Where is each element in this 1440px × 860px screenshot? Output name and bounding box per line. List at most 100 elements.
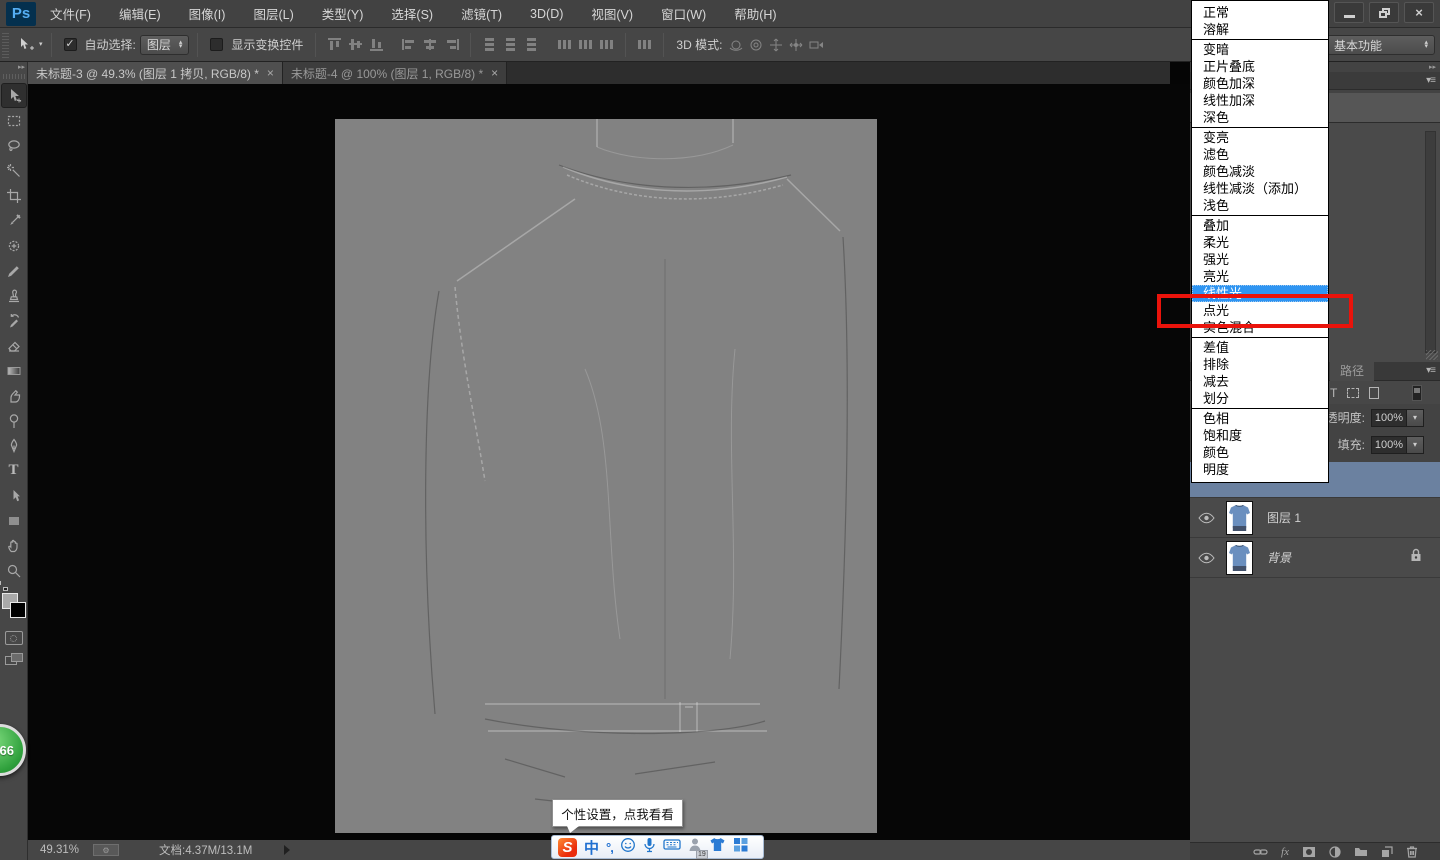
- filter-smart-object-icon[interactable]: [1369, 387, 1379, 399]
- panel-menu-icon[interactable]: ▾≡: [1426, 75, 1435, 86]
- zoom-tool[interactable]: [1, 558, 27, 583]
- tool-preset-arrow[interactable]: ▾: [39, 43, 43, 47]
- auto-select-checkbox[interactable]: ✓: [64, 38, 77, 51]
- 3d-scale-icon[interactable]: [806, 36, 826, 54]
- minimize-button[interactable]: [1334, 2, 1364, 23]
- blend-mode-option[interactable]: 差值: [1192, 339, 1328, 356]
- blend-mode-option[interactable]: 亮光: [1192, 268, 1328, 285]
- healing-brush-tool[interactable]: [1, 233, 27, 258]
- menu-view[interactable]: 视图(V): [577, 0, 647, 28]
- toolbox-grid-icon[interactable]: [733, 837, 748, 857]
- status-options-arrow-icon[interactable]: [284, 845, 290, 855]
- blend-mode-option[interactable]: 颜色减淡: [1192, 163, 1328, 180]
- menu-window[interactable]: 窗口(W): [647, 0, 720, 28]
- blend-mode-option[interactable]: 颜色加深: [1192, 75, 1328, 92]
- tab-close-icon[interactable]: ×: [491, 66, 498, 80]
- 3d-slide-icon[interactable]: [786, 36, 806, 54]
- document-tab-2[interactable]: 未标题-4 @ 100% (图层 1, RGB/8) * ×: [283, 62, 507, 84]
- layer-mask-icon[interactable]: [1302, 844, 1316, 860]
- distribute-vcenter-icon[interactable]: [503, 38, 518, 51]
- restore-button[interactable]: [1369, 2, 1399, 23]
- dodge-tool[interactable]: [1, 408, 27, 433]
- layer-name[interactable]: 背景: [1267, 549, 1291, 566]
- distribute-left-icon[interactable]: [557, 38, 572, 51]
- magic-wand-tool[interactable]: [1, 158, 27, 183]
- screen-mode-icon[interactable]: [5, 653, 23, 667]
- crop-tool[interactable]: [1, 183, 27, 208]
- blend-mode-option[interactable]: 色相: [1192, 410, 1328, 427]
- blend-mode-option[interactable]: 溶解: [1192, 21, 1328, 38]
- new-layer-icon[interactable]: [1381, 844, 1393, 860]
- blend-mode-option[interactable]: 颜色: [1192, 444, 1328, 461]
- quick-mask-icon[interactable]: [5, 631, 23, 645]
- blend-mode-option[interactable]: 划分: [1192, 390, 1328, 407]
- opacity-dropdown-icon[interactable]: ▾: [1407, 409, 1424, 427]
- current-tool-icon[interactable]: [13, 34, 39, 56]
- distribute-top-icon[interactable]: [482, 38, 497, 51]
- tab-close-icon[interactable]: ×: [267, 66, 274, 80]
- 3d-roll-icon[interactable]: [746, 36, 766, 54]
- menu-image[interactable]: 图像(I): [175, 0, 240, 28]
- brush-tool[interactable]: [1, 258, 27, 283]
- align-hcenter-icon[interactable]: [423, 38, 438, 51]
- blend-mode-option[interactable]: 强光: [1192, 251, 1328, 268]
- document-image[interactable]: [335, 119, 877, 833]
- align-right-icon[interactable]: [444, 38, 459, 51]
- panel-resize-grip[interactable]: [1426, 350, 1438, 360]
- visibility-eye-icon[interactable]: [1190, 512, 1222, 524]
- close-button[interactable]: ×: [1404, 2, 1434, 23]
- blend-mode-option[interactable]: 正常: [1192, 4, 1328, 21]
- panel-scrollbar[interactable]: [1425, 131, 1436, 353]
- blend-mode-option[interactable]: 减去: [1192, 373, 1328, 390]
- document-tab-1[interactable]: 未标题-3 @ 49.3% (图层 1 拷贝, RGB/8) * ×: [28, 62, 283, 84]
- menu-type[interactable]: 类型(Y): [308, 0, 378, 28]
- blend-mode-option[interactable]: 滤色: [1192, 146, 1328, 163]
- blend-mode-option[interactable]: 叠加: [1192, 217, 1328, 234]
- align-left-icon[interactable]: [402, 38, 417, 51]
- login-account-icon[interactable]: 19: [688, 837, 702, 857]
- history-brush-tool[interactable]: [1, 308, 27, 333]
- tab-paths[interactable]: 路径: [1330, 362, 1374, 381]
- distribute-bottom-icon[interactable]: [524, 38, 539, 51]
- background-color-swatch[interactable]: [10, 602, 26, 618]
- blend-mode-option[interactable]: 线性减淡（添加）: [1192, 180, 1328, 197]
- soft-keyboard-icon[interactable]: [663, 838, 681, 856]
- filter-type-icon[interactable]: T: [1330, 386, 1337, 400]
- emoji-icon[interactable]: [620, 837, 636, 858]
- rectangle-tool[interactable]: [1, 508, 27, 533]
- blend-mode-option[interactable]: 柔光: [1192, 234, 1328, 251]
- menu-select[interactable]: 选择(S): [377, 0, 447, 28]
- workspace-switcher[interactable]: 基本功能 ▴▾: [1327, 35, 1435, 55]
- align-bottom-icon[interactable]: [369, 38, 384, 51]
- punctuation-mode-icon[interactable]: °,: [606, 840, 613, 855]
- eyedropper-tool[interactable]: [1, 208, 27, 233]
- menu-layer[interactable]: 图层(L): [239, 0, 307, 28]
- move-tool[interactable]: [1, 83, 27, 108]
- eraser-tool[interactable]: [1, 333, 27, 358]
- distribute-hcenter-icon[interactable]: [578, 38, 593, 51]
- voice-input-icon[interactable]: [643, 837, 656, 858]
- rectangular-marquee-tool[interactable]: [1, 108, 27, 133]
- menu-3d[interactable]: 3D(D): [516, 0, 577, 28]
- 3d-rotate-icon[interactable]: [726, 36, 746, 54]
- blend-mode-option[interactable]: 浅色: [1192, 197, 1328, 214]
- opacity-value[interactable]: 100%: [1371, 409, 1407, 427]
- auto-select-dropdown[interactable]: 图层 ▴▾: [140, 35, 190, 55]
- menu-edit[interactable]: 编辑(E): [105, 0, 175, 28]
- language-mode-icon[interactable]: 中: [584, 837, 599, 858]
- blend-mode-option[interactable]: 明度: [1192, 461, 1328, 478]
- visibility-eye-icon[interactable]: [1190, 552, 1222, 564]
- align-top-icon[interactable]: [327, 38, 342, 51]
- new-group-icon[interactable]: [1354, 844, 1368, 860]
- layer-thumbnail[interactable]: [1226, 541, 1253, 575]
- blend-mode-option[interactable]: 变亮: [1192, 129, 1328, 146]
- blend-mode-option[interactable]: 变暗: [1192, 41, 1328, 58]
- collapse-panel-icon[interactable]: ▸▸: [0, 62, 27, 71]
- options-grip[interactable]: [2, 32, 9, 58]
- menu-filter[interactable]: 滤镜(T): [447, 0, 516, 28]
- delete-layer-icon[interactable]: [1406, 844, 1418, 860]
- canvas-area[interactable]: [28, 84, 1190, 840]
- sogou-logo-icon[interactable]: S: [558, 838, 577, 857]
- layer-thumbnail[interactable]: [1226, 501, 1253, 535]
- blend-mode-option[interactable]: 正片叠底: [1192, 58, 1328, 75]
